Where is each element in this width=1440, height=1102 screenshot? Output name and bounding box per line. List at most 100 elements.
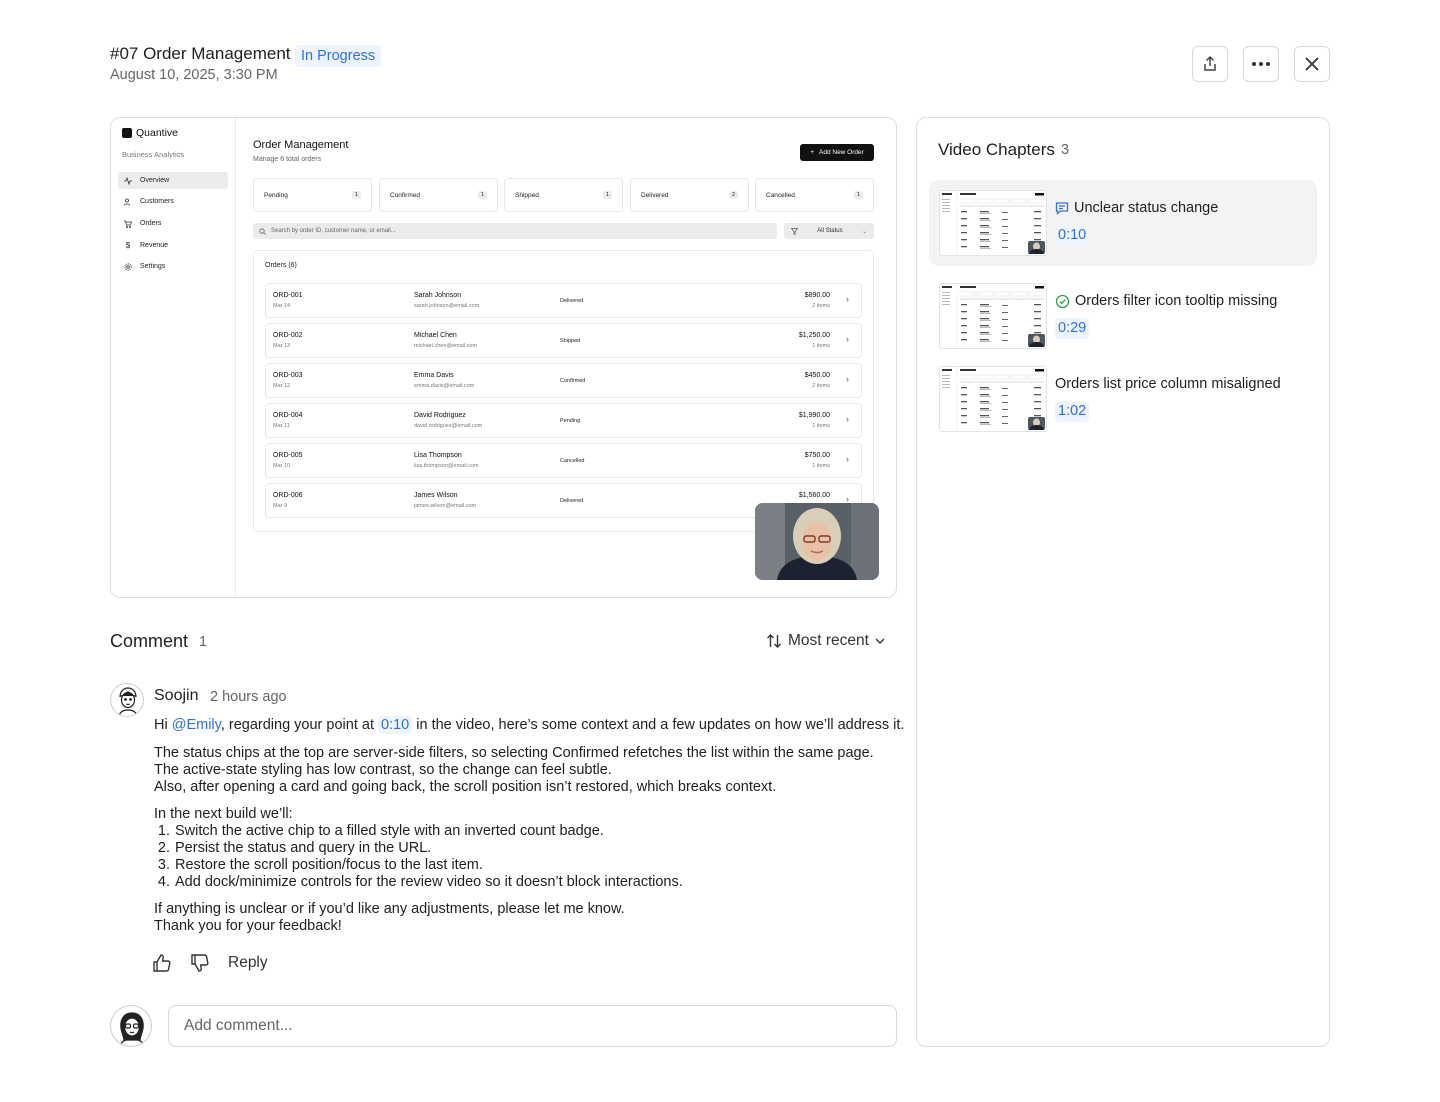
order-price: $750.00 [804, 452, 830, 459]
order-status: Cancelled [560, 458, 585, 464]
order-price: $890.00 [804, 292, 830, 299]
app-subtitle: Business Analytics [122, 150, 185, 159]
status-chip-pending[interactable]: Pending 1 [253, 178, 372, 212]
order-price: $450.00 [804, 372, 830, 379]
customer-email: david.rodriguez@email.com [414, 423, 483, 429]
comment-author[interactable]: Soojin [154, 687, 198, 705]
activity-icon [124, 176, 132, 185]
status-chip-cancelled[interactable]: Cancelled 1 [755, 178, 874, 212]
chapters-panel: Video Chapters 3 Unclear status change 0… [916, 117, 1330, 1047]
order-id: ORD-002 [273, 332, 303, 339]
app-sidebar: Quantive Business Analytics Overview Cus… [111, 118, 236, 597]
order-row[interactable]: ORD-004 Mar 11 David Rodriguez david.rodri… [265, 403, 862, 438]
gear-icon [124, 262, 132, 271]
status-chip-confirmed[interactable]: Confirmed 1 [379, 178, 498, 212]
search-placeholder: Search by order ID, customer name, or em… [271, 228, 396, 234]
chapter-title-text: Orders list price column misaligned [1055, 376, 1281, 392]
customer-email: lisa.thompson@email.com [414, 463, 479, 469]
search-icon [259, 227, 266, 235]
dislike-button[interactable] [190, 953, 210, 973]
add-order-button[interactable]: + Add New Order [800, 144, 874, 161]
order-items: 1 items [812, 463, 830, 469]
plus-icon: + [810, 149, 814, 156]
users-icon [124, 198, 132, 206]
order-status: Confirmed [560, 378, 586, 384]
comment-text: Hi [154, 717, 172, 733]
comments-title: Comment [110, 631, 189, 651]
order-date: Mar 13 [273, 343, 291, 349]
timestamp-link[interactable]: 0:10 [378, 716, 413, 734]
chip-label: Cancelled [766, 191, 795, 199]
chapter-item[interactable]: Unclear status change 0:10 [929, 180, 1317, 266]
order-row[interactable]: ORD-001 Mar 14 Sarah Johnson sarah.johnson… [265, 283, 862, 318]
video-player[interactable]: Quantive Business Analytics Overview Cus… [110, 117, 897, 598]
nav-item-customers[interactable]: Customers [118, 193, 228, 210]
avatar[interactable] [110, 683, 144, 717]
order-id: ORD-004 [273, 412, 303, 419]
chapter-title: Orders list price column misaligned [1055, 376, 1281, 392]
nav-item-orders[interactable]: Orders [118, 215, 228, 232]
more-button[interactable] [1243, 46, 1279, 82]
order-price: $1,560.00 [798, 492, 830, 499]
list-item-text: Restore the scroll position/focus to the… [175, 857, 483, 873]
customer-email: sarah.johnson@email.com [414, 303, 480, 309]
thumbnail-preview [940, 284, 1046, 348]
order-status: Shipped [560, 338, 581, 344]
chip-label: Confirmed [390, 191, 420, 199]
nav-item-overview[interactable]: Overview [118, 172, 228, 189]
chip-label: Shipped [515, 191, 539, 199]
order-row[interactable]: ORD-003 Mar 12 Emma Davis emma.davis@email… [265, 363, 862, 398]
nav-item-settings[interactable]: Settings [118, 258, 228, 275]
comment-icon [1055, 201, 1069, 215]
order-id: ORD-005 [273, 452, 303, 459]
sort-dropdown[interactable]: Most recent [766, 632, 885, 650]
chevron-down-icon [875, 638, 885, 644]
chip-count: 2 [728, 191, 738, 199]
orders-card: Orders (6) ORD-001 Mar 14 Sarah Johnson sa… [253, 250, 874, 532]
nav-label: Orders [140, 220, 162, 227]
list-item-text: Persist the status and query in the URL. [175, 840, 432, 856]
thumbnail-preview [940, 191, 1046, 255]
customer-name: Michael Chen [414, 332, 457, 339]
comment-paragraph: The status chips at the top are server-s… [154, 745, 874, 796]
filter-icon [791, 227, 798, 235]
reply-button[interactable]: Reply [228, 954, 268, 972]
status-chip-shipped[interactable]: Shipped 1 [504, 178, 623, 212]
order-search-input[interactable]: Search by order ID, customer name, or em… [253, 223, 777, 239]
list-item: 4. Add dock/minimize controls for the rev… [157, 874, 683, 890]
comment-text: Thank you for your feedback! [154, 918, 342, 934]
customer-name: Emma Davis [414, 372, 454, 379]
chapters-count: 3 [1061, 142, 1070, 158]
like-button[interactable] [152, 953, 172, 973]
sort-icon [766, 634, 782, 648]
chapter-title: Orders filter icon tooltip missing [1055, 293, 1277, 309]
share-button[interactable] [1192, 46, 1228, 82]
order-id: ORD-006 [273, 492, 303, 499]
status-filter-select[interactable]: All Status ⌄ [784, 223, 874, 239]
chapter-timestamp[interactable]: 0:10 [1055, 225, 1090, 246]
close-button[interactable] [1294, 46, 1330, 82]
chapter-timestamp[interactable]: 1:02 [1055, 401, 1090, 422]
list-item: 3. Restore the scroll position/focus to t… [157, 857, 483, 873]
chapter-timestamp[interactable]: 0:29 [1055, 318, 1090, 339]
order-row[interactable]: ORD-005 Mar 10 Lisa Thompson lisa.thompson… [265, 443, 862, 478]
add-order-label: Add New Order [819, 149, 864, 156]
customer-name: Sarah Johnson [414, 292, 462, 299]
status-chip-delivered[interactable]: Delivered 2 [630, 178, 749, 212]
webcam-pip[interactable] [755, 503, 879, 580]
list-item-text: Switch the active chip to a filled style… [175, 823, 604, 839]
chevron-right-icon: › [846, 294, 849, 304]
order-date: Mar 12 [273, 383, 291, 389]
nav-label: Overview [140, 177, 170, 184]
chapter-item[interactable]: Orders list price column misaligned 1:02 [929, 356, 1317, 442]
order-status: Pending [560, 418, 581, 424]
nav-item-revenue[interactable]: $ Revenue [118, 237, 228, 254]
order-status: Delivered [560, 298, 584, 304]
mention-link[interactable]: @Emily [172, 717, 221, 733]
app-page-title: Order Management [253, 139, 349, 151]
order-row[interactable]: ORD-002 Mar 13 Michael Chen michael.chen@e… [265, 323, 862, 358]
add-comment-input[interactable] [168, 1005, 897, 1047]
chapter-item[interactable]: Orders filter icon tooltip missing 0:29 [929, 273, 1317, 359]
chip-count: 1 [351, 191, 361, 199]
order-items: 2 items [812, 383, 830, 389]
